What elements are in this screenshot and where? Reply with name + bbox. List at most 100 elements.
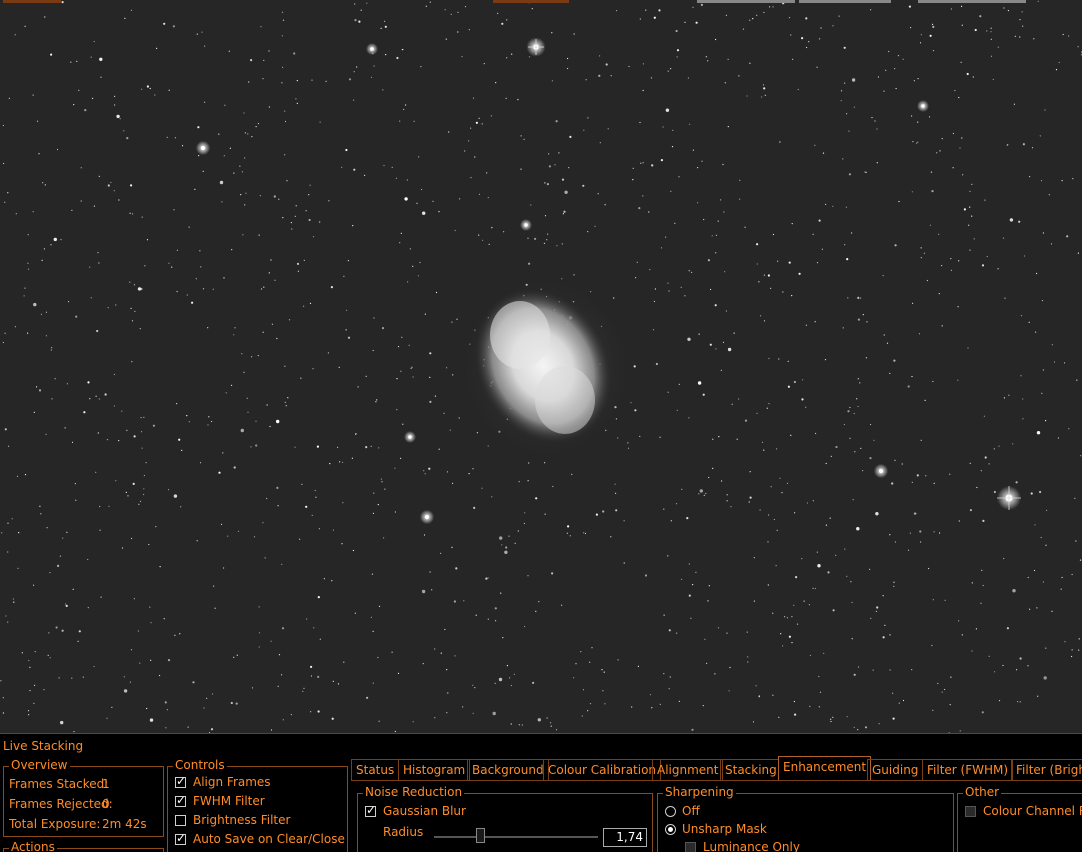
star: [380, 27, 382, 29]
star: [582, 184, 585, 187]
gaussian-blur-label[interactable]: Gaussian Blur: [383, 804, 466, 818]
star: [997, 46, 999, 48]
star: [330, 286, 333, 289]
radius-value-field[interactable]: 1,74: [603, 828, 647, 847]
star: [176, 249, 178, 251]
auto-save-checkbox[interactable]: [175, 831, 186, 845]
brightness-filter-checkbox[interactable]: [175, 815, 186, 826]
star: [247, 411, 249, 413]
tab-histogram[interactable]: Histogram: [398, 759, 471, 780]
star: [235, 702, 238, 705]
star: [396, 409, 398, 411]
star: [241, 171, 244, 173]
star: [676, 56, 678, 58]
fwhm-filter-label[interactable]: FWHM Filter: [193, 794, 265, 808]
star: [345, 148, 348, 152]
star: [569, 135, 572, 138]
star: [739, 198, 741, 200]
star: [98, 175, 100, 177]
star: [382, 89, 384, 91]
sharpening-off-label[interactable]: Off: [682, 804, 700, 818]
star: [1079, 559, 1082, 561]
star: [391, 651, 393, 653]
star: [188, 421, 190, 423]
star: [149, 718, 154, 722]
radius-slider-thumb[interactable]: [475, 828, 485, 843]
tab-colour-calibration[interactable]: Colour Calibration: [543, 759, 662, 780]
tab-enhancement[interactable]: Enhancement: [778, 756, 872, 780]
star: [966, 72, 969, 76]
star: [768, 403, 770, 405]
tab-alignment[interactable]: Alignment: [652, 759, 724, 780]
align-frames-checkbox[interactable]: [175, 774, 186, 788]
star: [18, 532, 20, 534]
star: [767, 584, 769, 586]
gaussian-blur-checkbox[interactable]: [365, 803, 376, 817]
star: [159, 566, 161, 568]
star: [1075, 540, 1077, 542]
star: [1030, 492, 1033, 495]
star: [55, 626, 58, 629]
star: [34, 651, 36, 653]
star: [165, 727, 167, 729]
star: [1077, 252, 1079, 254]
unsharp-mask-label[interactable]: Unsharp Mask: [682, 822, 767, 836]
auto-save-label[interactable]: Auto Save on Clear/Close: [193, 832, 345, 846]
colour-channel-checkbox[interactable]: [965, 806, 976, 817]
radius-slider-track[interactable]: [434, 836, 598, 838]
star: [468, 473, 470, 475]
star: [1013, 103, 1016, 105]
star: [788, 261, 791, 264]
star: [327, 352, 329, 354]
star: [114, 95, 116, 97]
star: [835, 445, 838, 449]
tab-background[interactable]: Background: [467, 759, 549, 780]
star: [969, 190, 971, 192]
star: [702, 393, 705, 396]
fwhm-filter-checkbox[interactable]: [175, 793, 186, 807]
star: [1058, 61, 1060, 64]
tab-filter-brightness[interactable]: Filter (Brightness): [1011, 759, 1082, 780]
align-frames-label[interactable]: Align Frames: [193, 775, 271, 789]
star: [277, 685, 279, 687]
star: [909, 532, 912, 534]
star: [402, 48, 404, 51]
star: [303, 687, 305, 689]
star: [724, 271, 726, 273]
unsharp-mask-radio[interactable]: [665, 824, 676, 835]
star: [688, 417, 690, 419]
star: [870, 9, 872, 11]
tab-stacking[interactable]: Stacking: [720, 759, 782, 780]
tab-filter-fwhm[interactable]: Filter (FWHM): [922, 759, 1014, 780]
tab-status[interactable]: Status: [351, 759, 400, 780]
star: [341, 461, 344, 463]
star: [97, 432, 99, 434]
star: [80, 167, 82, 169]
star: [429, 352, 432, 355]
star: [140, 431, 143, 433]
star: [121, 547, 124, 549]
star: [844, 82, 846, 84]
star: [473, 506, 476, 509]
star: [990, 55, 993, 57]
star: [528, 56, 531, 58]
tab-guiding[interactable]: Guiding: [867, 759, 924, 780]
star: [27, 268, 30, 270]
luminance-only-label[interactable]: Luminance Only: [703, 840, 800, 852]
star: [271, 323, 273, 325]
star: [776, 448, 778, 450]
star: [792, 58, 794, 60]
star: [585, 79, 587, 81]
star: [708, 585, 710, 587]
brightness-filter-label[interactable]: Brightness Filter: [193, 813, 290, 827]
star: [869, 568, 871, 570]
star: [384, 488, 386, 490]
star: [505, 546, 508, 549]
image-viewer[interactable]: [0, 0, 1082, 733]
star: [939, 150, 941, 152]
sharpening-off-radio[interactable]: [665, 806, 676, 817]
star: [1077, 46, 1079, 48]
colour-channel-label[interactable]: Colour Channel Re: [983, 804, 1082, 818]
star: [166, 709, 168, 711]
star: [36, 120, 39, 122]
